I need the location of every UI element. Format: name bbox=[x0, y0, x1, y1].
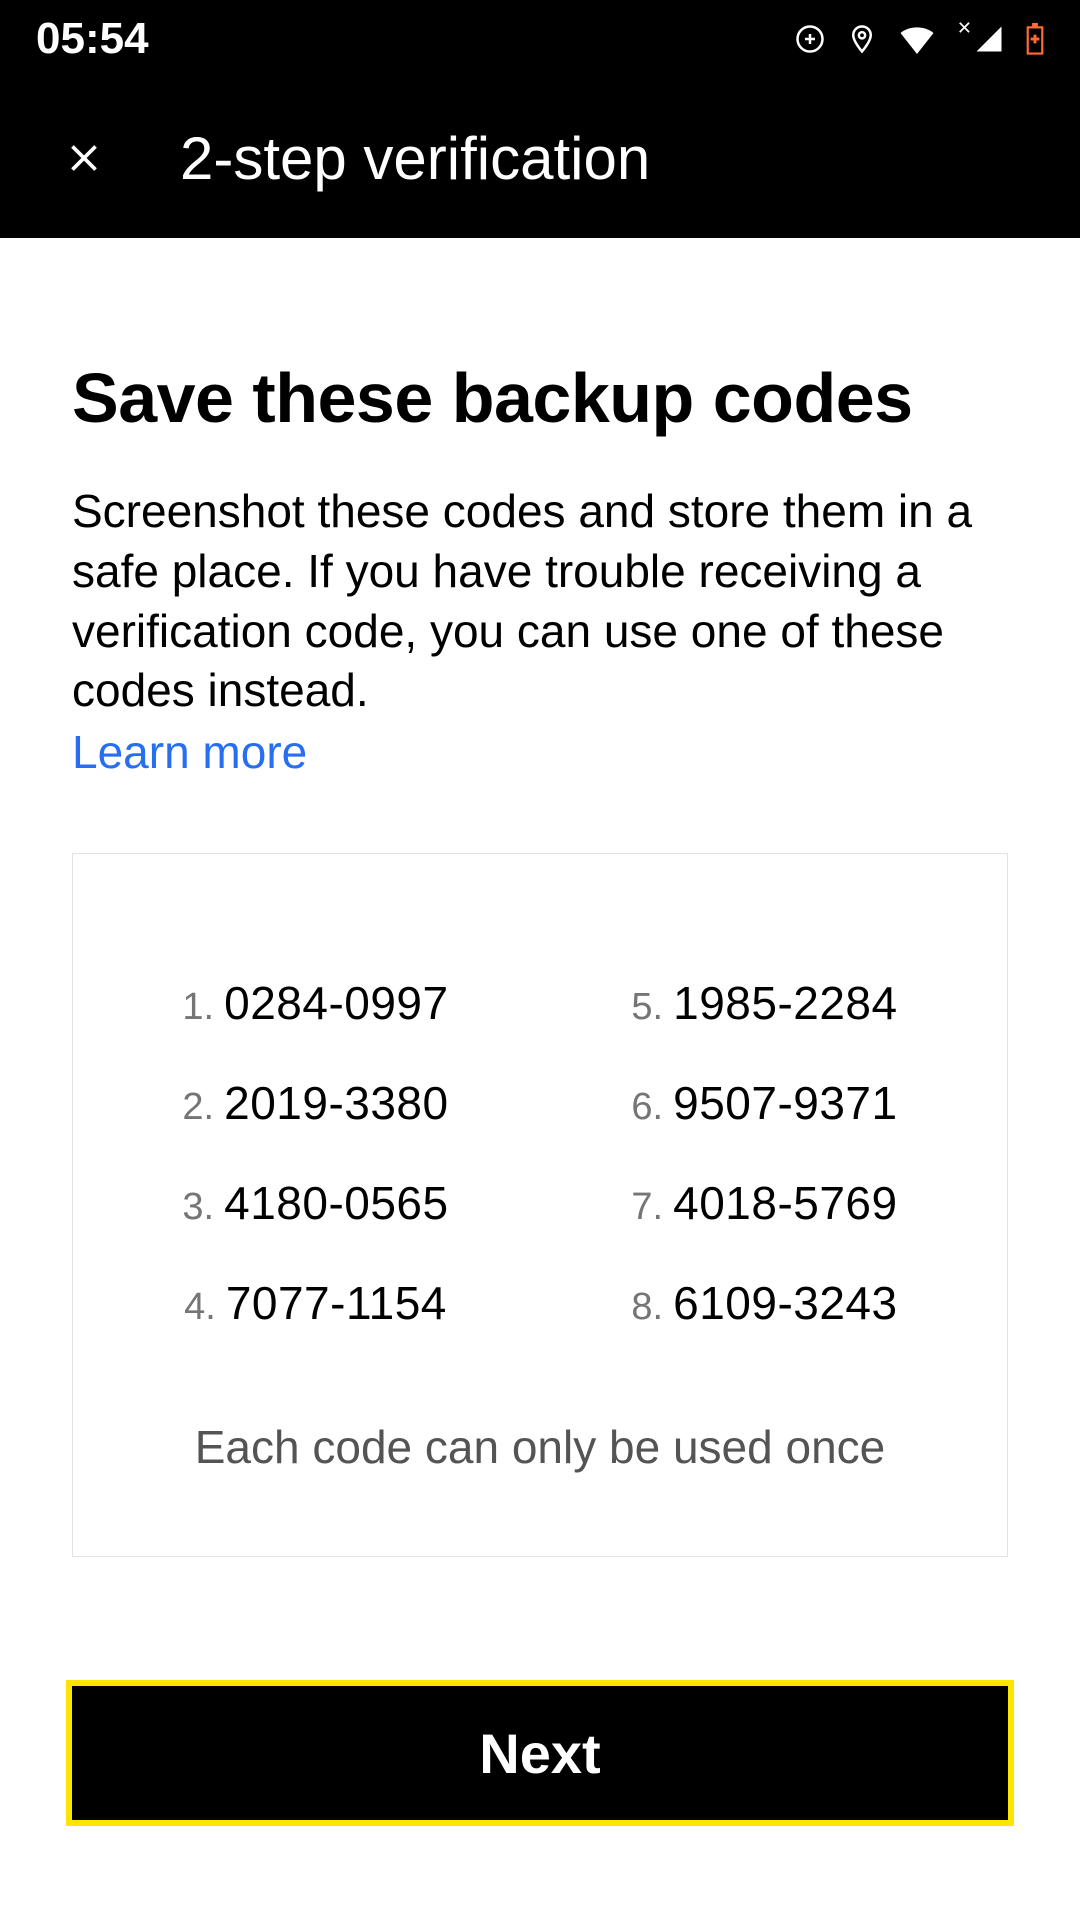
code-index: 6. bbox=[631, 1086, 663, 1129]
code-item: 2. 2019-3380 bbox=[182, 1076, 448, 1130]
code-index: 5. bbox=[631, 986, 663, 1029]
location-icon bbox=[847, 24, 877, 54]
signal-icon bbox=[974, 24, 1004, 54]
signal-x-icon: ✕ bbox=[957, 18, 972, 39]
code-value: 4018-5769 bbox=[673, 1176, 897, 1230]
code-value: 4180-0565 bbox=[224, 1176, 448, 1230]
code-index: 2. bbox=[182, 1086, 214, 1129]
code-index: 3. bbox=[182, 1186, 214, 1229]
status-bar: 05:54 ✕ bbox=[0, 0, 1080, 78]
page-title: 2-step verification bbox=[180, 124, 650, 193]
code-value: 1985-2284 bbox=[673, 976, 897, 1030]
code-item: 5. 1985-2284 bbox=[631, 976, 897, 1030]
status-icons: ✕ bbox=[795, 23, 1044, 55]
code-value: 9507-9371 bbox=[673, 1076, 897, 1130]
code-item: 4. 7077-1154 bbox=[184, 1276, 447, 1330]
status-time: 05:54 bbox=[36, 14, 149, 64]
description-text: Screenshot these codes and store them in… bbox=[72, 482, 1008, 721]
backup-codes-box: 1. 0284-0997 5. 1985-2284 2. 2019-3380 6… bbox=[72, 853, 1008, 1557]
codes-grid: 1. 0284-0997 5. 1985-2284 2. 2019-3380 6… bbox=[113, 976, 967, 1330]
code-value: 6109-3243 bbox=[673, 1276, 897, 1330]
main-content: Save these backup codes Screenshot these… bbox=[0, 238, 1080, 1725]
code-index: 7. bbox=[631, 1186, 663, 1229]
code-item: 7. 4018-5769 bbox=[631, 1176, 897, 1230]
code-value: 2019-3380 bbox=[224, 1076, 448, 1130]
codes-footer-text: Each code can only be used once bbox=[113, 1420, 967, 1474]
next-button-label: Next bbox=[479, 1721, 600, 1786]
code-item: 1. 0284-0997 bbox=[182, 976, 448, 1030]
next-button[interactable]: Next bbox=[66, 1680, 1014, 1826]
code-index: 1. bbox=[182, 986, 214, 1029]
app-header: 2-step verification bbox=[0, 78, 1080, 238]
wifi-icon bbox=[899, 24, 935, 54]
code-item: 3. 4180-0565 bbox=[182, 1176, 448, 1230]
code-index: 8. bbox=[631, 1286, 663, 1329]
add-circle-icon bbox=[795, 24, 825, 54]
learn-more-link[interactable]: Learn more bbox=[72, 725, 307, 779]
code-value: 7077-1154 bbox=[226, 1276, 447, 1330]
code-index: 4. bbox=[184, 1286, 216, 1329]
code-value: 0284-0997 bbox=[224, 976, 448, 1030]
signal-container: ✕ bbox=[957, 24, 1004, 54]
battery-icon bbox=[1026, 23, 1044, 55]
code-item: 8. 6109-3243 bbox=[631, 1276, 897, 1330]
close-icon[interactable] bbox=[62, 136, 106, 180]
main-heading: Save these backup codes bbox=[72, 358, 1008, 438]
code-item: 6. 9507-9371 bbox=[631, 1076, 897, 1130]
